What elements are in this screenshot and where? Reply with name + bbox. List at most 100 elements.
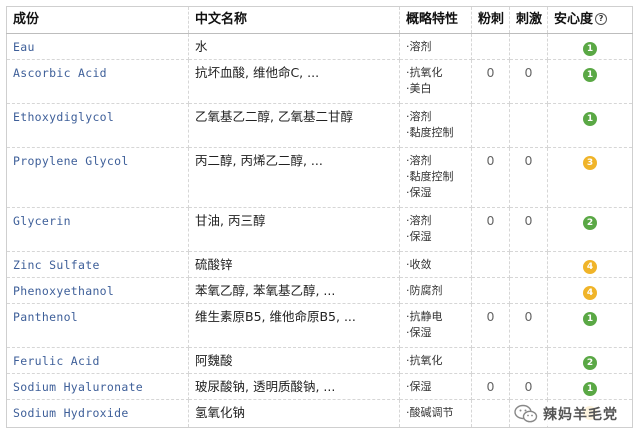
- properties-cell: ·溶剂 ·黏度控制: [399, 103, 472, 148]
- header-ingredient: 成份: [6, 6, 189, 34]
- header-properties: 概略特性: [399, 6, 472, 34]
- acne-value: [471, 277, 510, 304]
- safety-cell: 1: [547, 103, 633, 148]
- irritation-value: 0: [509, 303, 548, 348]
- property-item: ·抗氧化: [406, 354, 443, 367]
- safety-badge: 2: [583, 356, 597, 370]
- ingredient-name[interactable]: Panthenol: [6, 303, 189, 348]
- header-irritation: 刺激: [509, 6, 548, 34]
- property-item: ·保湿: [406, 380, 432, 393]
- ingredient-name[interactable]: Sodium Hydroxide: [6, 399, 189, 428]
- properties-cell: ·溶剂 ·黏度控制 ·保湿: [399, 147, 472, 208]
- properties-cell: ·保湿: [399, 373, 472, 400]
- properties-cell: ·酸碱调节: [399, 399, 472, 428]
- ingredient-name[interactable]: Zinc Sulfate: [6, 251, 189, 278]
- safety-cell: 1: [547, 303, 633, 348]
- property-item: ·黏度控制: [406, 126, 454, 139]
- properties-cell: ·防腐剂: [399, 277, 472, 304]
- table-body: Eau 水 ·溶剂 1 Ascorbic Acid 抗坏血酸, 维他命C, ... ·抗氧化…: [6, 33, 633, 428]
- properties-cell: ·抗氧化 ·美白: [399, 59, 472, 104]
- watermark-text: 辣妈羊毛党: [543, 407, 618, 423]
- safety-cell: 2: [547, 207, 633, 252]
- chinese-name: 玻尿酸钠, 透明质酸钠, ...: [188, 373, 400, 400]
- table-row: Ascorbic Acid 抗坏血酸, 维他命C, ... ·抗氧化 ·美白 0 0 1: [6, 59, 633, 104]
- table-row: Phenoxyethanol 苯氧乙醇, 苯氧基乙醇, ... ·防腐剂 4: [6, 277, 633, 304]
- irritation-value: 0: [509, 147, 548, 208]
- header-acne: 粉刺: [471, 6, 510, 34]
- safety-badge: 1: [583, 112, 597, 126]
- watermark: 辣妈羊毛党: [510, 402, 622, 426]
- safety-badge: 4: [583, 260, 597, 274]
- chinese-name: 甘油, 丙三醇: [188, 207, 400, 252]
- chinese-name: 维生素原B5, 维他命原B5, ...: [188, 303, 400, 348]
- header-chinese-name: 中文名称: [188, 6, 400, 34]
- safety-cell: 1: [547, 33, 633, 60]
- chinese-name: 抗坏血酸, 维他命C, ...: [188, 59, 400, 104]
- chinese-name: 氢氧化钠: [188, 399, 400, 428]
- irritation-value: [509, 347, 548, 374]
- properties-cell: ·溶剂: [399, 33, 472, 60]
- safety-cell: 2: [547, 347, 633, 374]
- safety-badge: 1: [583, 312, 597, 326]
- property-item: ·溶剂: [406, 154, 432, 167]
- table-row: Propylene Glycol 丙二醇, 丙烯乙二醇, ... ·溶剂 ·黏度控制 ·…: [6, 147, 633, 208]
- properties-cell: ·抗氧化: [399, 347, 472, 374]
- table-row: Sodium Hyaluronate 玻尿酸钠, 透明质酸钠, ... ·保湿 0 0 1: [6, 373, 633, 400]
- ingredient-name[interactable]: Propylene Glycol: [6, 147, 189, 208]
- property-item: ·溶剂: [406, 40, 432, 53]
- table-row: Zinc Sulfate 硫酸锌 ·收敛 4: [6, 251, 633, 278]
- acne-value: [471, 33, 510, 60]
- acne-value: 0: [471, 147, 510, 208]
- property-item: ·抗静电: [406, 310, 443, 323]
- safety-cell: 3: [547, 147, 633, 208]
- acne-value: 0: [471, 303, 510, 348]
- acne-value: 0: [471, 207, 510, 252]
- acne-value: [471, 251, 510, 278]
- property-item: ·保湿: [406, 230, 432, 243]
- acne-value: 0: [471, 373, 510, 400]
- table-row: Glycerin 甘油, 丙三醇 ·溶剂 ·保湿 0 0 2: [6, 207, 633, 252]
- safety-badge: 4: [583, 286, 597, 300]
- table-row: Panthenol 维生素原B5, 维他命原B5, ... ·抗静电 ·保湿 0 0 1: [6, 303, 633, 348]
- properties-cell: ·溶剂 ·保湿: [399, 207, 472, 252]
- properties-cell: ·收敛: [399, 251, 472, 278]
- ingredient-name[interactable]: Eau: [6, 33, 189, 60]
- irritation-value: 0: [509, 59, 548, 104]
- property-item: ·保湿: [406, 186, 432, 199]
- chinese-name: 苯氧乙醇, 苯氧基乙醇, ...: [188, 277, 400, 304]
- acne-value: [471, 347, 510, 374]
- header-safety-label: 安心度: [554, 12, 594, 27]
- ingredient-page: 成份 中文名称 概略特性 粉刺 刺激 安心度? Eau 水 ·溶剂 1 Ascorbic…: [0, 0, 640, 440]
- irritation-value: [509, 251, 548, 278]
- table-row: Ethoxydiglycol 乙氧基乙二醇, 乙氧基二甘醇 ·溶剂 ·黏度控制 1: [6, 103, 633, 148]
- irritation-value: [509, 33, 548, 60]
- ingredient-table: 成份 中文名称 概略特性 粉刺 刺激 安心度? Eau 水 ·溶剂 1 Ascorbic…: [6, 6, 633, 428]
- ingredient-name[interactable]: Ascorbic Acid: [6, 59, 189, 104]
- property-item: ·溶剂: [406, 110, 432, 123]
- irritation-value: [509, 103, 548, 148]
- safety-badge: 2: [583, 216, 597, 230]
- irritation-value: 0: [509, 373, 548, 400]
- acne-value: [471, 103, 510, 148]
- chinese-name: 阿魏酸: [188, 347, 400, 374]
- help-icon[interactable]: ?: [595, 13, 608, 25]
- table-row: Eau 水 ·溶剂 1: [6, 33, 633, 60]
- property-item: ·酸碱调节: [406, 406, 454, 419]
- safety-cell: 1: [547, 373, 633, 400]
- header-safety: 安心度?: [547, 6, 633, 34]
- acne-value: [471, 399, 510, 428]
- chinese-name: 水: [188, 33, 400, 60]
- irritation-value: 0: [509, 207, 548, 252]
- ingredient-name[interactable]: Glycerin: [6, 207, 189, 252]
- property-item: ·保湿: [406, 326, 432, 339]
- safety-badge: 1: [583, 68, 597, 82]
- property-item: ·收敛: [406, 258, 432, 271]
- acne-value: 0: [471, 59, 510, 104]
- ingredient-name[interactable]: Sodium Hyaluronate: [6, 373, 189, 400]
- chinese-name: 丙二醇, 丙烯乙二醇, ...: [188, 147, 400, 208]
- ingredient-name[interactable]: Ethoxydiglycol: [6, 103, 189, 148]
- property-item: ·黏度控制: [406, 170, 454, 183]
- ingredient-name[interactable]: Phenoxyethanol: [6, 277, 189, 304]
- properties-cell: ·抗静电 ·保湿: [399, 303, 472, 348]
- ingredient-name[interactable]: Ferulic Acid: [6, 347, 189, 374]
